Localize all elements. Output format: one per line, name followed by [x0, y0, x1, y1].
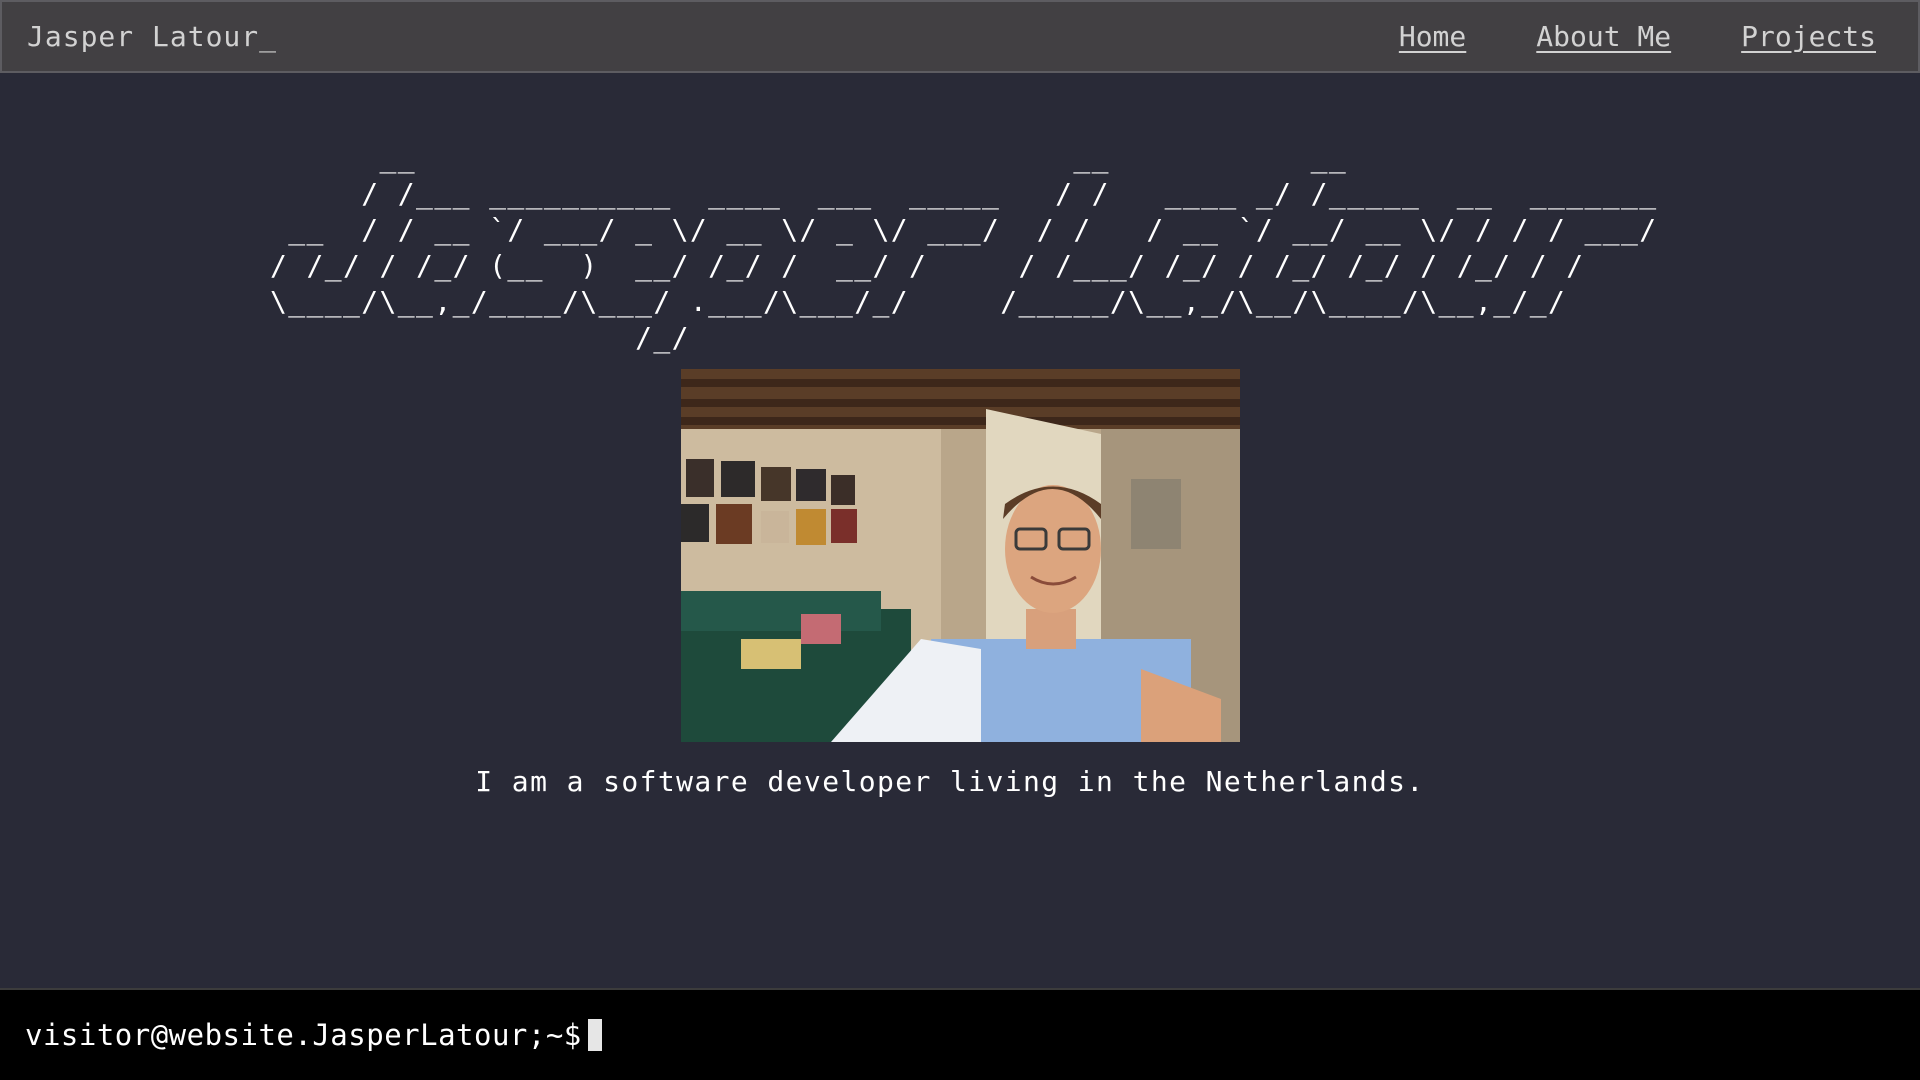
top-nav-bar: Jasper Latour_ Home About Me Projects [0, 0, 1920, 73]
terminal-prompt: visitor@website.JasperLatour;~$ [25, 1018, 582, 1052]
nav-link-about-me[interactable]: About Me [1536, 20, 1671, 53]
nav-link-home[interactable]: Home [1399, 20, 1466, 53]
nav-link-projects[interactable]: Projects [1741, 20, 1876, 53]
intro-tagline: I am a software developer living in the … [475, 765, 1425, 798]
site-title[interactable]: Jasper Latour_ [27, 20, 277, 53]
main-content: __ __ __ / /___ __________ ____ ___ ____… [0, 73, 1920, 988]
profile-photo [681, 369, 1240, 742]
ascii-art-name-banner: __ __ __ / /___ __________ ____ ___ ____… [270, 141, 1658, 354]
main-nav: Home About Me Projects [1399, 20, 1876, 53]
terminal-bar[interactable]: visitor@website.JasperLatour;~$ [0, 988, 1920, 1080]
terminal-cursor[interactable] [587, 1019, 602, 1051]
